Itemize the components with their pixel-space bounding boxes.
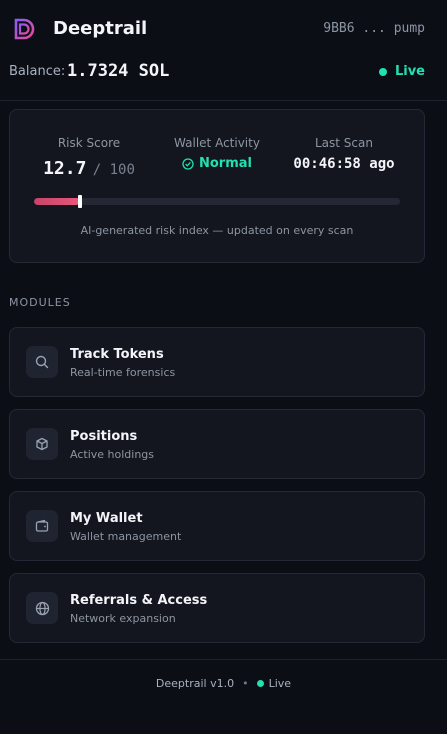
risk-bar-marker bbox=[78, 195, 82, 208]
risk-card: Risk Score 12.7 / 100 Wallet Activity No… bbox=[9, 109, 425, 263]
balance-label: Balance: bbox=[9, 64, 66, 79]
footer-divider bbox=[0, 659, 447, 660]
app-header: Deeptrail 9BB6 ... pump bbox=[0, 0, 447, 60]
wallet-icon bbox=[26, 510, 58, 542]
wallet-activity-label: Wallet Activity bbox=[174, 136, 260, 150]
module-positions[interactable]: Positions Active holdings bbox=[9, 409, 425, 479]
module-track-tokens[interactable]: Track Tokens Real-time forensics bbox=[9, 327, 425, 397]
wallet-activity-value: Normal bbox=[199, 156, 252, 171]
risk-score-stat: Risk Score 12.7 / 100 bbox=[34, 136, 144, 179]
risk-bar-track bbox=[34, 198, 400, 205]
last-scan-stat: Last Scan 00:46:58 ago bbox=[284, 136, 404, 172]
live-status: Live bbox=[378, 64, 425, 79]
wallet-activity-value-wrap: Normal bbox=[162, 156, 272, 171]
risk-score-max: / 100 bbox=[92, 162, 135, 178]
wallet-activity-stat: Wallet Activity Normal bbox=[162, 136, 272, 171]
footer-version: Deeptrail v1.0 bbox=[155, 677, 235, 690]
module-subtitle: Wallet management bbox=[70, 530, 182, 543]
cube-icon bbox=[26, 428, 58, 460]
live-status-label: Live bbox=[394, 64, 425, 79]
search-icon bbox=[26, 346, 58, 378]
risk-bar-fill bbox=[34, 198, 80, 205]
check-circle-icon bbox=[182, 157, 194, 170]
module-title: Positions bbox=[70, 429, 138, 444]
module-my-wallet[interactable]: My Wallet Wallet management bbox=[9, 491, 425, 561]
risk-score-value: 12.7 bbox=[43, 158, 87, 179]
module-subtitle: Network expansion bbox=[70, 612, 176, 625]
module-title: Referrals & Access bbox=[70, 593, 208, 608]
module-referrals-access[interactable]: Referrals & Access Network expansion bbox=[9, 573, 425, 643]
footer-live-dot-icon bbox=[256, 680, 264, 687]
module-title: My Wallet bbox=[70, 511, 143, 526]
risk-note: AI-generated risk index — updated on eve… bbox=[80, 224, 354, 237]
footer-live-label: Live bbox=[268, 677, 292, 690]
last-scan-value: 00:46:58 ago bbox=[293, 156, 395, 172]
wallet-address[interactable]: 9BB6 ... pump bbox=[323, 21, 425, 36]
deeptrail-logo-icon bbox=[14, 18, 35, 40]
balance-value: 1.7324 SOL bbox=[67, 61, 170, 81]
app-title: Deeptrail bbox=[53, 18, 148, 39]
footer: Deeptrail v1.0 • Live bbox=[0, 677, 447, 690]
globe-icon bbox=[26, 592, 58, 624]
risk-score-value-wrap: 12.7 / 100 bbox=[34, 158, 144, 179]
header-divider bbox=[0, 100, 447, 101]
module-subtitle: Real-time forensics bbox=[70, 366, 176, 379]
footer-separator: • bbox=[242, 677, 249, 690]
module-title: Track Tokens bbox=[70, 347, 164, 362]
modules-section-title: MODULES bbox=[9, 296, 71, 309]
last-scan-label: Last Scan bbox=[315, 136, 373, 150]
module-subtitle: Active holdings bbox=[70, 448, 155, 461]
live-dot-icon bbox=[378, 67, 387, 76]
balance-row: Balance: 1.7324 SOL Live bbox=[0, 60, 447, 90]
risk-score-label: Risk Score bbox=[57, 136, 121, 150]
